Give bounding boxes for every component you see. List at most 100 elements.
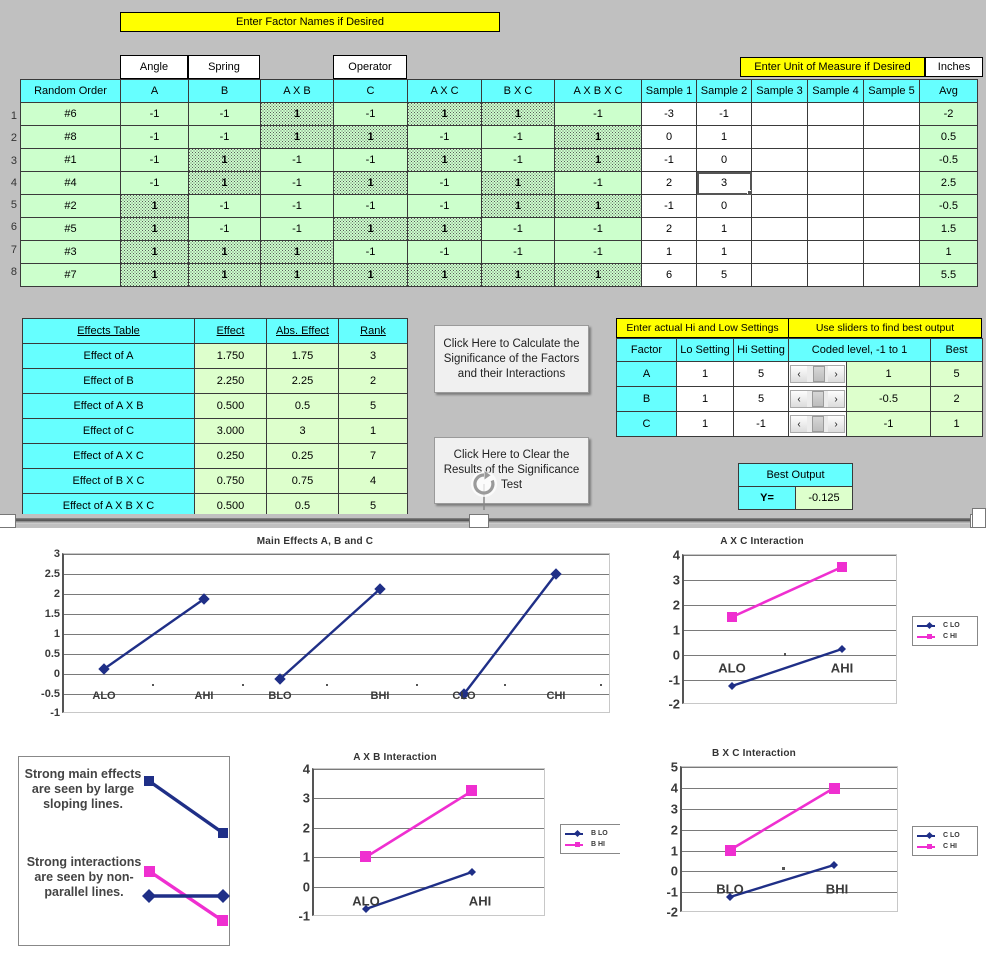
cell-axb[interactable]: 1 bbox=[260, 125, 334, 149]
settings-hi[interactable]: -1 bbox=[733, 411, 789, 437]
cell-sample-2[interactable]: 5 bbox=[696, 263, 752, 287]
calculate-significance-button[interactable]: Click Here to Calculate the Significance… bbox=[434, 325, 589, 393]
cell-b[interactable]: 1 bbox=[188, 148, 261, 172]
cell-b[interactable]: -1 bbox=[188, 194, 261, 218]
clear-results-button[interactable]: Click Here to Clear the Results of the S… bbox=[434, 437, 589, 504]
cell-axc[interactable]: -1 bbox=[407, 194, 482, 218]
cell-sample-5[interactable] bbox=[863, 263, 920, 287]
factor-name-b[interactable]: Spring bbox=[188, 55, 260, 79]
cell-sample-4[interactable] bbox=[807, 125, 864, 149]
cell-order[interactable]: #3 bbox=[20, 240, 121, 264]
cell-c[interactable]: 1 bbox=[333, 125, 408, 149]
cell-axbxc[interactable]: 1 bbox=[554, 125, 642, 149]
factor-name-c[interactable]: Operator bbox=[333, 55, 407, 79]
cell-sample-1[interactable]: 6 bbox=[641, 263, 697, 287]
cell-sample-4[interactable] bbox=[807, 263, 864, 287]
cell-bxc[interactable]: -1 bbox=[481, 240, 555, 264]
table-row[interactable]: #8 -1 -1 1 1 -1 -1 1 0 1 0.5 bbox=[20, 125, 978, 149]
cell-axc[interactable]: 1 bbox=[407, 102, 482, 126]
cell-axbxc[interactable]: -1 bbox=[554, 102, 642, 126]
factor-name-a[interactable]: Angle bbox=[120, 55, 188, 79]
cell-sample-3[interactable] bbox=[751, 125, 808, 149]
splitter-handle-center[interactable] bbox=[469, 514, 489, 528]
table-row[interactable]: #4 -1 1 -1 1 -1 1 -1 2 3 2.5 bbox=[20, 171, 978, 195]
slider-left-arrow-icon[interactable]: ‹ bbox=[791, 366, 807, 382]
cell-axbxc[interactable]: 1 bbox=[554, 263, 642, 287]
cell-order[interactable]: #4 bbox=[20, 171, 121, 195]
cell-c[interactable]: 1 bbox=[333, 171, 408, 195]
slider-right-arrow-icon[interactable]: › bbox=[828, 391, 844, 407]
cell-bxc[interactable]: 1 bbox=[481, 102, 555, 126]
cell-order[interactable]: #5 bbox=[20, 217, 121, 241]
cell-sample-4[interactable] bbox=[807, 240, 864, 264]
cell-c[interactable]: -1 bbox=[333, 240, 408, 264]
coded-level-slider-b[interactable]: ‹ › bbox=[788, 386, 847, 412]
cell-bxc[interactable]: 1 bbox=[481, 263, 555, 287]
cell-axb[interactable]: 1 bbox=[260, 102, 334, 126]
cell-sample-1[interactable]: 1 bbox=[641, 240, 697, 264]
cell-sample-4[interactable] bbox=[807, 102, 864, 126]
cell-sample-4[interactable] bbox=[807, 217, 864, 241]
cell-order[interactable]: #6 bbox=[20, 102, 121, 126]
slider-thumb[interactable] bbox=[813, 366, 826, 382]
cell-b[interactable]: 1 bbox=[188, 171, 261, 195]
settings-lo[interactable]: 1 bbox=[676, 411, 734, 437]
cell-axc[interactable]: 1 bbox=[407, 148, 482, 172]
settings-hi[interactable]: 5 bbox=[733, 386, 789, 412]
cell-c[interactable]: -1 bbox=[333, 194, 408, 218]
cell-c[interactable]: 1 bbox=[333, 217, 408, 241]
coded-level-slider-c[interactable]: ‹ › bbox=[788, 411, 847, 437]
cell-a[interactable]: -1 bbox=[120, 171, 189, 195]
slider-thumb[interactable] bbox=[812, 416, 825, 432]
cell-a[interactable]: 1 bbox=[120, 217, 189, 241]
cell-bxc[interactable]: 1 bbox=[481, 194, 555, 218]
splitter-handle-top[interactable] bbox=[972, 508, 986, 528]
table-row[interactable]: #3 1 1 1 -1 -1 -1 -1 1 1 1 bbox=[20, 240, 978, 264]
settings-row[interactable]: A 1 5 ‹ › 1 5 bbox=[616, 361, 983, 387]
doe-data-table[interactable]: Random Order A B A X B C A X C B X C A X… bbox=[20, 79, 978, 287]
cell-sample-3[interactable] bbox=[751, 217, 808, 241]
settings-hi[interactable]: 5 bbox=[733, 361, 789, 387]
spreadsheet-pane[interactable]: Enter Factor Names if Desired Enter Unit… bbox=[0, 0, 986, 514]
cell-sample-4[interactable] bbox=[807, 194, 864, 218]
cell-sample-3[interactable] bbox=[751, 263, 808, 287]
cell-sample-3[interactable] bbox=[751, 171, 808, 195]
cell-bxc[interactable]: 1 bbox=[481, 171, 555, 195]
cell-sample-5[interactable] bbox=[863, 171, 920, 195]
cell-axb[interactable]: -1 bbox=[260, 171, 334, 195]
cell-sample-2[interactable]: 0 bbox=[696, 148, 752, 172]
cell-a[interactable]: -1 bbox=[120, 148, 189, 172]
cell-sample-1[interactable]: 2 bbox=[641, 217, 697, 241]
cell-axc[interactable]: -1 bbox=[407, 171, 482, 195]
cell-b[interactable]: 1 bbox=[188, 240, 261, 264]
cell-a[interactable]: 1 bbox=[120, 194, 189, 218]
cell-b[interactable]: -1 bbox=[188, 102, 261, 126]
cell-sample-5[interactable] bbox=[863, 240, 920, 264]
cell-sample-3[interactable] bbox=[751, 102, 808, 126]
table-row[interactable]: #5 1 -1 -1 1 1 -1 -1 2 1 1.5 bbox=[20, 217, 978, 241]
cell-axb[interactable]: -1 bbox=[260, 194, 334, 218]
cell-axc[interactable]: -1 bbox=[407, 125, 482, 149]
settings-row[interactable]: B 1 5 ‹ › -0.5 2 bbox=[616, 386, 983, 412]
slider-track[interactable] bbox=[807, 416, 828, 432]
cell-axbxc[interactable]: 1 bbox=[554, 148, 642, 172]
cell-axbxc[interactable]: 1 bbox=[554, 194, 642, 218]
slider-track[interactable] bbox=[807, 366, 828, 382]
cell-axbxc[interactable]: -1 bbox=[554, 240, 642, 264]
cell-sample-2-selected[interactable]: 3 bbox=[696, 171, 752, 195]
cell-sample-5[interactable] bbox=[863, 217, 920, 241]
cell-sample-5[interactable] bbox=[863, 148, 920, 172]
slider-thumb[interactable] bbox=[812, 391, 825, 407]
cell-b[interactable]: -1 bbox=[188, 217, 261, 241]
splitter-bar[interactable] bbox=[0, 518, 986, 524]
cell-a[interactable]: 1 bbox=[120, 263, 189, 287]
settings-row[interactable]: C 1 -1 ‹ › -1 1 bbox=[616, 411, 983, 437]
cell-b[interactable]: -1 bbox=[188, 125, 261, 149]
cell-sample-1[interactable]: -1 bbox=[641, 148, 697, 172]
cell-sample-5[interactable] bbox=[863, 194, 920, 218]
cell-axbxc[interactable]: -1 bbox=[554, 217, 642, 241]
cell-sample-2[interactable]: 1 bbox=[696, 217, 752, 241]
cell-axbxc[interactable]: -1 bbox=[554, 171, 642, 195]
cell-sample-3[interactable] bbox=[751, 148, 808, 172]
cell-axb[interactable]: -1 bbox=[260, 217, 334, 241]
